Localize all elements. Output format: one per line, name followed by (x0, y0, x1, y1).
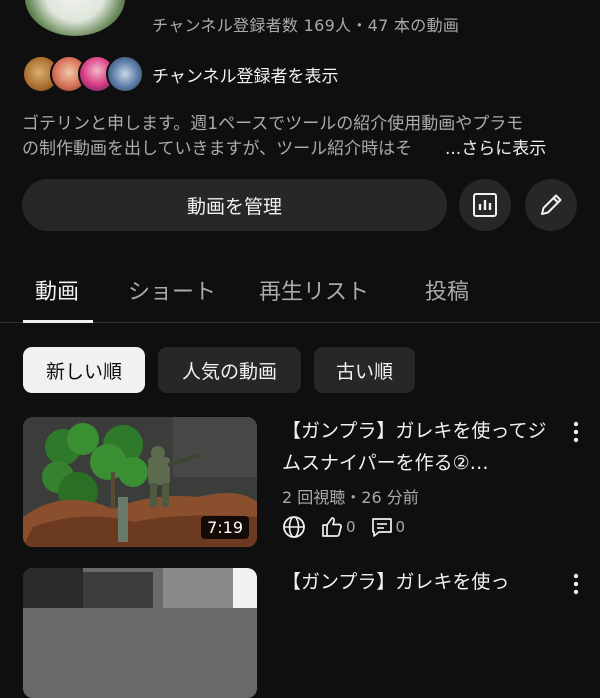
video-title[interactable]: 【ガンプラ】ガレキを使っ (282, 566, 560, 598)
channel-description[interactable]: ゴテリンと申します。週1ペースでツールの紹介使用動画やプラモ の制作動画を出して… (22, 112, 577, 162)
show-subscribers-link[interactable]: チャンネル登録者を表示 (152, 62, 339, 87)
subscriber-avatars[interactable] (22, 55, 144, 93)
more-options-button[interactable] (568, 420, 584, 444)
tab-videos[interactable]: 動画 (35, 274, 79, 306)
video-stats: 0 0 (282, 513, 419, 541)
likes-count: 0 (320, 515, 356, 539)
active-tab-indicator (23, 320, 93, 323)
thumbs-up-icon (322, 517, 342, 537)
chip-oldest[interactable]: 古い順 (314, 347, 415, 393)
kebab-menu-icon (573, 421, 579, 443)
visibility-status (282, 515, 306, 539)
video-thumbnail[interactable]: 7:19 (23, 417, 257, 547)
channel-avatar[interactable] (25, 0, 125, 36)
kebab-menu-icon (573, 573, 579, 595)
chip-newest[interactable]: 新しい順 (23, 347, 145, 393)
chip-popular[interactable]: 人気の動画 (158, 347, 301, 393)
video-duration: 7:19 (201, 516, 249, 539)
thumbnail-image (23, 568, 257, 698)
comment-icon (371, 518, 392, 537)
subscriber-avatar (106, 55, 144, 93)
more-options-button[interactable] (568, 572, 584, 596)
comments-count: 0 (370, 515, 406, 539)
edit-channel-button[interactable] (525, 179, 577, 231)
analytics-button[interactable] (459, 179, 511, 231)
tab-shorts[interactable]: ショート (128, 274, 216, 306)
tab-posts[interactable]: 投稿 (425, 274, 469, 306)
likes-value: 0 (346, 518, 356, 536)
tab-playlists[interactable]: 再生リスト (259, 274, 369, 306)
manage-videos-button[interactable]: 動画を管理 (22, 179, 447, 231)
video-title[interactable]: 【ガンプラ】ガレキを使ってジムスナイパーを作る②… (282, 415, 560, 479)
description-line-2: の制作動画を出していきますが、ツール紹介時はそ (22, 139, 413, 159)
comments-value: 0 (395, 518, 406, 536)
channel-stats: チャンネル登録者数 169人・47 本の動画 (152, 16, 460, 35)
video-thumbnail[interactable] (23, 568, 257, 698)
show-more-link[interactable]: ...さらに表示 (445, 139, 546, 159)
video-meta: 2 回視聴・26 分前 (282, 488, 419, 507)
description-line-1: ゴテリンと申します。週1ペースでツールの紹介使用動画やプラモ (22, 114, 524, 134)
analytics-icon (473, 193, 497, 217)
pencil-icon (541, 194, 562, 215)
globe-icon (283, 516, 305, 538)
